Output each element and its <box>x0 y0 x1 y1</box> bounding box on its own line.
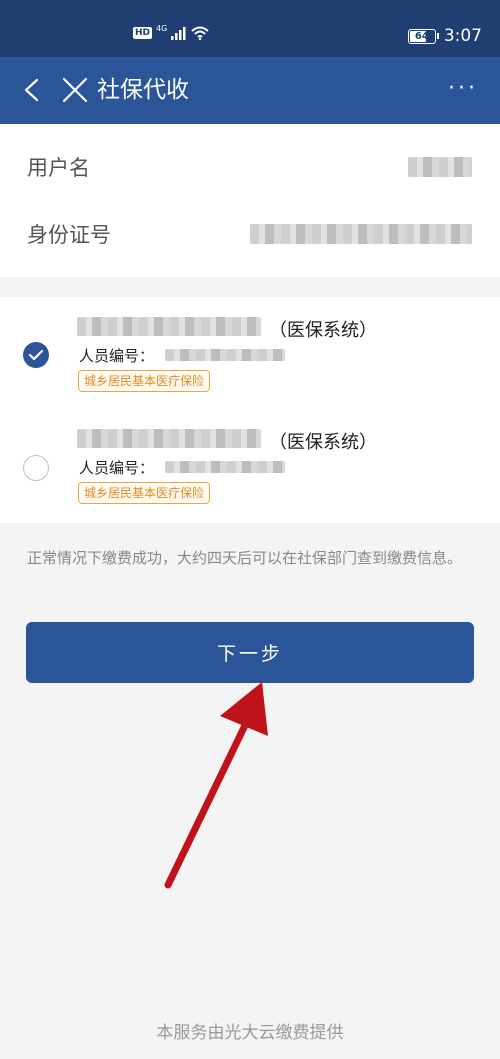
back-icon[interactable] <box>16 73 50 107</box>
signal-icon <box>171 26 186 40</box>
insurance-type-tag: 城乡居民基本医疗保险 <box>78 482 211 504</box>
battery-level: 64 <box>414 30 429 42</box>
account-name-redacted <box>77 317 261 336</box>
status-right: 64 3:07 <box>407 26 482 46</box>
more-menu-icon[interactable]: ··· <box>448 77 478 101</box>
username-value-redacted <box>408 157 472 177</box>
user-info-card: 用户名 身份证号 <box>0 124 500 277</box>
status-bar: HD 4G 64 3:07 <box>0 0 500 57</box>
id-number-row: 身份证号 <box>27 213 472 253</box>
check-icon <box>28 349 44 361</box>
annotation-arrow-icon <box>164 682 268 889</box>
account-id-redacted <box>165 349 285 361</box>
account-id-redacted <box>165 461 285 473</box>
account-name-redacted <box>77 429 261 448</box>
status-icons: HD 4G <box>133 23 209 40</box>
radio-unchecked-icon[interactable] <box>23 455 49 481</box>
nav-bar: 社保代收 ··· <box>0 57 500 124</box>
account-id-label: 人员编号： <box>79 347 155 365</box>
battery-icon: 64 <box>407 28 439 44</box>
radio-checked-icon[interactable] <box>23 342 49 368</box>
close-icon[interactable] <box>58 73 92 107</box>
id-number-value-redacted <box>250 224 472 244</box>
account-item[interactable]: （医保系统） 人员编号： 城乡居民基本医疗保险 <box>0 417 500 523</box>
service-provider-footer: 本服务由光大云缴费提供 <box>156 1023 344 1043</box>
page-title: 社保代收 <box>97 77 189 103</box>
account-system-label: （医保系统） <box>269 432 377 453</box>
username-label: 用户名 <box>27 156 90 180</box>
account-id-label: 人员编号： <box>79 459 155 477</box>
payment-notice: 正常情况下缴费成功，大约四天后可以在社保部门查到缴费信息。 <box>27 549 463 567</box>
account-list: （医保系统） 人员编号： 城乡居民基本医疗保险 （医保系统） 人员编号： 城乡居… <box>0 297 500 523</box>
status-time: 3:07 <box>443 26 482 46</box>
wifi-icon <box>191 26 209 40</box>
hd-badge: HD <box>133 27 153 39</box>
id-number-label: 身份证号 <box>27 223 111 247</box>
account-system-label: （医保系统） <box>269 320 377 341</box>
network-label: 4G <box>156 23 168 33</box>
account-item[interactable]: （医保系统） 人员编号： 城乡居民基本医疗保险 <box>0 307 500 413</box>
insurance-type-tag: 城乡居民基本医疗保险 <box>78 370 211 392</box>
username-row: 用户名 <box>27 146 472 186</box>
